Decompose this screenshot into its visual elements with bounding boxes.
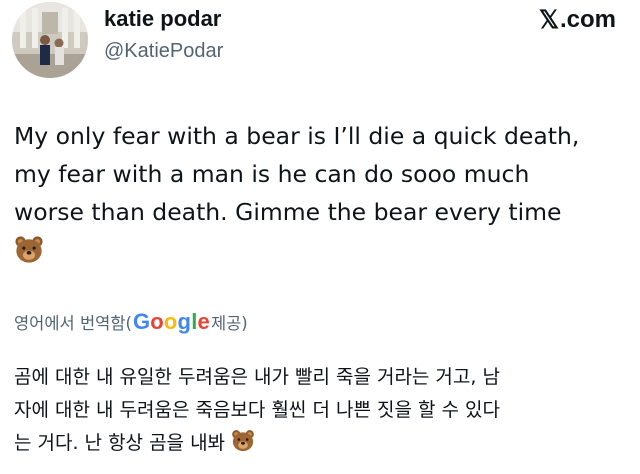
tweet-line: worse than death. Gimme the bear every t… bbox=[14, 198, 562, 226]
tweet-line: my fear with a man is he can do sooo muc… bbox=[14, 160, 530, 188]
translation-label: 영어에서 번역함( bbox=[14, 314, 132, 333]
translation-attribution[interactable]: 영어에서 번역함(Google 제공) bbox=[14, 309, 248, 335]
x-brand-logo: 𝕏 .com bbox=[539, 5, 616, 35]
tweet-emoji-row bbox=[14, 231, 630, 269]
translation-label-suffix: 제공) bbox=[210, 314, 248, 333]
tweet-card: katie podar @KatiePodar 𝕏 .com My only fe… bbox=[0, 0, 640, 474]
google-logo: Google bbox=[132, 309, 210, 334]
translated-text: 곰에 대한 내 유일한 두려움은 내가 빨리 죽을 거라는 거고, 남 자에 대… bbox=[14, 361, 630, 460]
display-name[interactable]: katie podar bbox=[104, 6, 221, 32]
bear-face-icon bbox=[232, 430, 254, 452]
x-logo-suffix: .com bbox=[559, 6, 616, 33]
tweet-text: My only fear with a bear is I’ll die a q… bbox=[14, 117, 630, 269]
translated-line: 는 거다. 난 항상 곰을 내봐 bbox=[14, 427, 630, 460]
x-logo-icon: 𝕏 bbox=[538, 6, 559, 34]
translated-line: 자에 대한 내 두려움은 죽음보다 훨씬 더 나쁜 짓을 할 수 있다 bbox=[14, 399, 500, 421]
bear-face-icon bbox=[15, 236, 43, 263]
avatar-photo bbox=[12, 2, 88, 78]
avatar[interactable] bbox=[12, 2, 88, 78]
translated-line: 곰에 대한 내 유일한 두려움은 내가 빨리 죽을 거라는 거고, 남 bbox=[14, 366, 500, 388]
tweet-line: My only fear with a bear is I’ll die a q… bbox=[14, 122, 580, 150]
user-handle[interactable]: @KatiePodar bbox=[104, 40, 223, 63]
translated-line-text: 는 거다. 난 항상 곰을 내봐 bbox=[14, 432, 226, 454]
